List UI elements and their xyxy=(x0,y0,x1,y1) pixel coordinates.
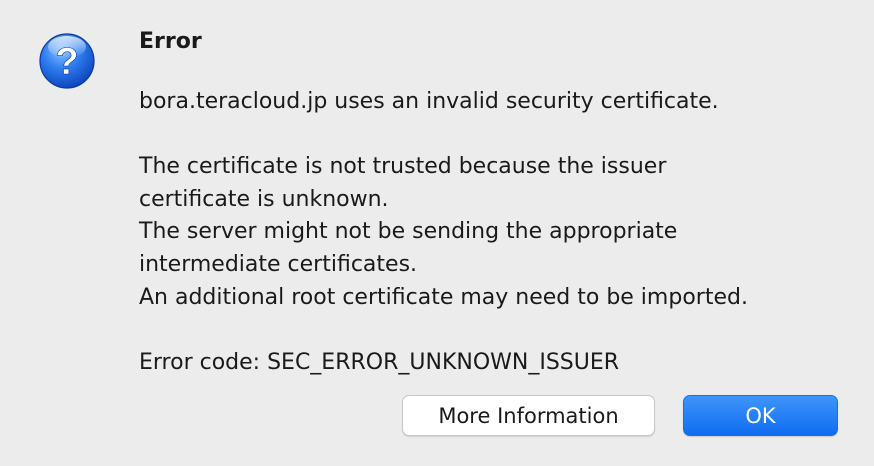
message-line: intermediate certificates. xyxy=(139,251,418,277)
ok-button[interactable]: OK xyxy=(683,395,838,436)
message-line: bora.teracloud.jp uses an invalid securi… xyxy=(139,89,719,114)
svg-text:?: ? xyxy=(55,41,78,83)
more-information-button[interactable]: More Information xyxy=(402,395,655,436)
dialog-title: Error xyxy=(139,29,202,54)
message-line: The server might not be sending the appr… xyxy=(139,219,678,245)
question-mark-icon: ? xyxy=(38,32,96,90)
error-code-line: Error code: SEC_ERROR_UNKNOWN_ISSUER xyxy=(139,349,620,375)
dialog-message: bora.teracloud.jp uses an invalid securi… xyxy=(139,86,748,379)
message-line: certificate is unknown. xyxy=(139,186,389,212)
message-line: An additional root certificate may need … xyxy=(139,284,748,310)
message-line: The certificate is not trusted because t… xyxy=(139,154,667,180)
error-dialog: ? Error bora.teracloud.jp uses an invali… xyxy=(0,0,874,466)
